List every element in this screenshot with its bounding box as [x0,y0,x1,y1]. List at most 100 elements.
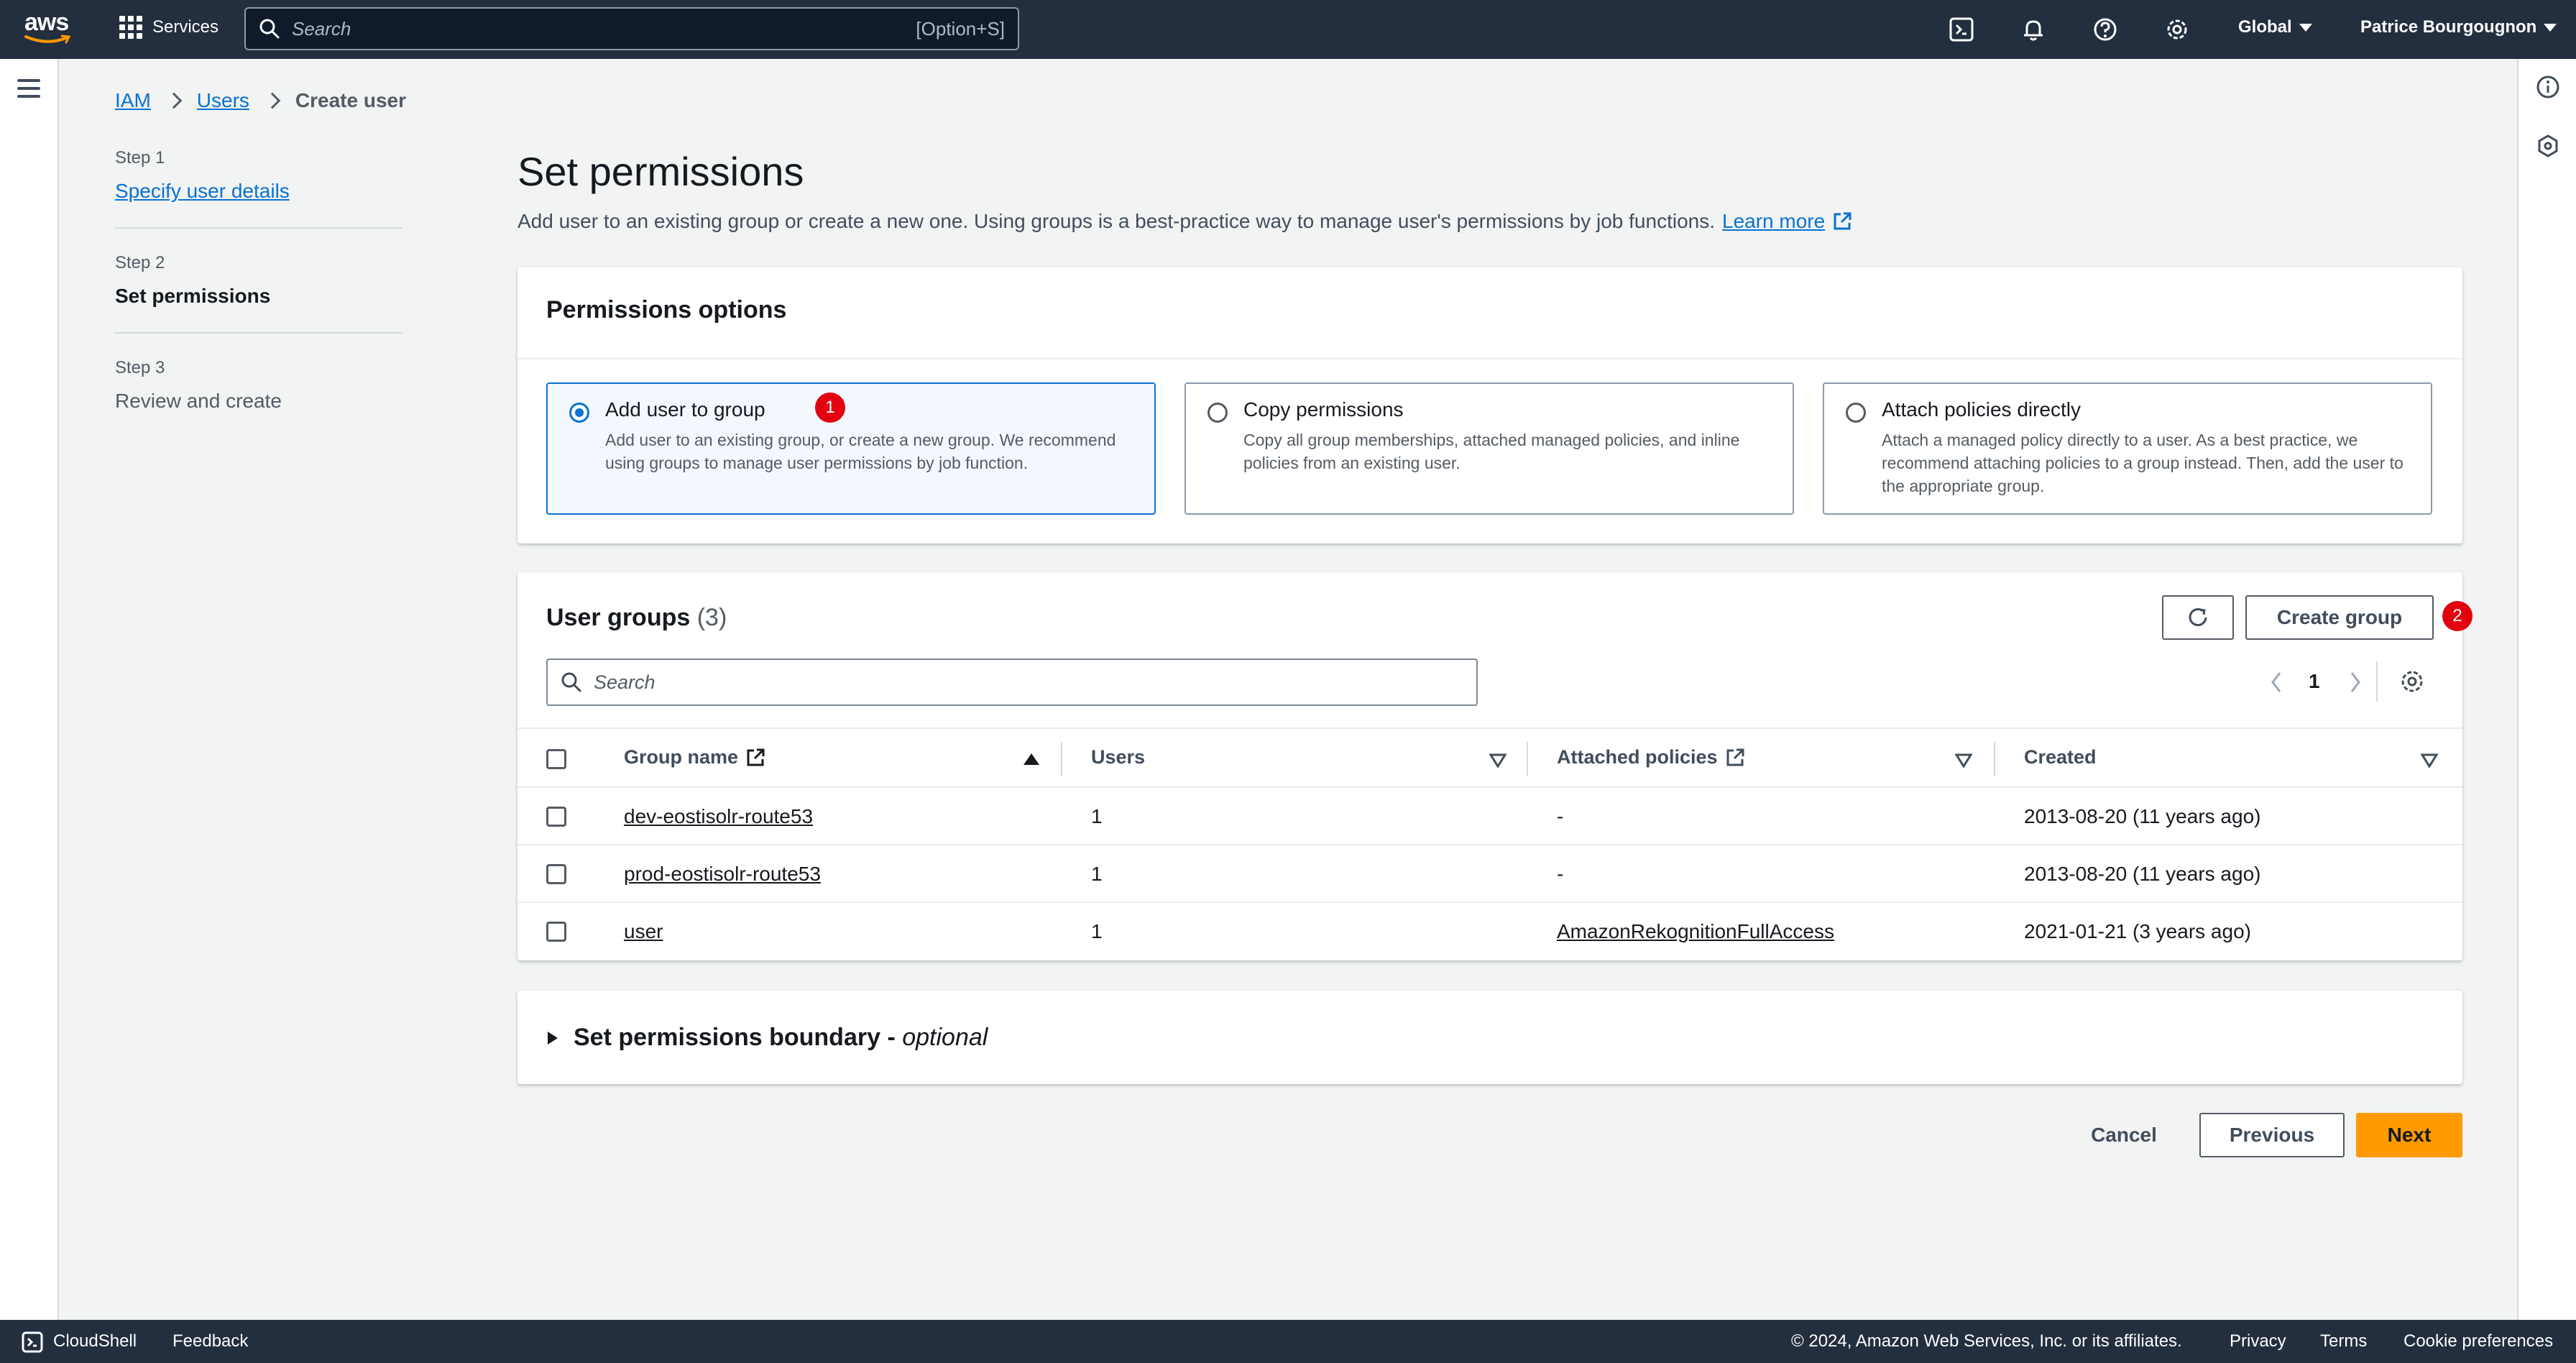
annotation-badge-1: 1 [815,393,845,423]
services-menu-button[interactable]: Services [119,16,218,39]
created-date: 2021-01-21 (3 years ago) [2024,920,2251,942]
menu-icon[interactable] [17,79,40,98]
column-users[interactable]: Users [1091,746,1145,768]
group-name-link[interactable]: prod-eostisolr-route53 [624,863,821,886]
sort-icon[interactable] [2421,753,2438,768]
create-group-button[interactable]: Create group [2245,595,2434,640]
chevron-right-icon [165,92,183,109]
caret-down-icon [2299,23,2312,32]
footer-copyright: © 2024, Amazon Web Services, Inc. or its… [1791,1331,2182,1351]
column-created[interactable]: Created [2024,746,2097,768]
footer-feedback[interactable]: Feedback [172,1331,248,1351]
footer: CloudShell Feedback © 2024, Amazon Web S… [0,1320,2576,1363]
preferences-gear-icon[interactable] [2399,669,2425,694]
next-button[interactable]: Next [2356,1113,2462,1157]
page-title: Set permissions [518,149,804,194]
user-groups-heading: User groups (3) [546,604,727,632]
top-navigation: aws Services Search [Option+S] Global Pa… [0,0,2576,59]
cloudshell-icon[interactable] [1946,14,1977,45]
created-date: 2013-08-20 (11 years ago) [2024,863,2261,885]
region-label: Global [2238,17,2292,37]
permissions-options-heading: Permissions options [546,296,787,323]
breadcrumb: IAM Users Create user [115,89,406,112]
permissions-boundary-card[interactable]: Set permissions boundary - optional [518,991,2462,1084]
services-label: Services [152,17,219,37]
row-checkbox[interactable] [546,922,566,942]
search-placeholder: Search [594,671,656,693]
step-3-label: Review and create [115,390,282,412]
region-selector[interactable]: Global [2238,17,2312,37]
option-copy-permissions[interactable]: Copy permissions Copy all group membersh… [1184,382,1794,515]
footer-cloudshell[interactable]: CloudShell [53,1331,137,1351]
breadcrumb-current: Create user [295,89,406,111]
radio-copy-permissions[interactable] [1208,403,1228,423]
select-all-checkbox[interactable] [546,749,566,769]
step-2-label: Set permissions [115,285,271,307]
chevron-right-icon[interactable] [2347,670,2363,694]
users-count: 1 [1091,805,1103,827]
aws-smile-icon [24,35,71,44]
hexagon-icon[interactable] [2536,134,2560,158]
radio-add-user-to-group[interactable] [569,403,589,423]
external-link-icon [1726,748,1744,766]
annotation-badge-2: 2 [2442,601,2472,631]
option-attach-policies[interactable]: Attach policies directly Attach a manage… [1823,382,2432,515]
refresh-button[interactable] [2162,595,2234,640]
caret-down-icon [2544,23,2557,32]
step-number: Step 3 [115,358,165,377]
group-name-link[interactable]: user [624,920,663,943]
attached-policies: - [1557,863,1564,885]
column-attached-policies[interactable]: Attached policies [1557,746,1745,768]
table-header: Group name Users Attached policies Creat… [518,728,2462,788]
sort-ascending-icon[interactable] [1024,753,1039,765]
user-groups-count: (3) [696,604,727,631]
policy-link[interactable]: AmazonRekognitionFullAccess [1557,920,1834,943]
bell-icon[interactable] [2018,14,2048,45]
refresh-icon [2189,608,2207,626]
global-search-input[interactable]: Search [Option+S] [244,7,1019,50]
settings-icon[interactable] [2162,14,2192,45]
learn-more-link[interactable]: Learn more [1722,210,1825,233]
attached-policies: - [1557,805,1564,827]
breadcrumb-iam[interactable]: IAM [115,89,151,112]
external-link-icon [747,748,765,766]
step-number: Step 1 [115,148,165,167]
radio-attach-policies[interactable] [1846,403,1866,423]
search-shortcut: [Option+S] [916,17,1005,40]
step-3: Step 3 Review and create [115,358,402,437]
footer-privacy[interactable]: Privacy [2230,1331,2286,1351]
step-number: Step 2 [115,253,165,272]
group-search-input[interactable]: Search [546,658,1478,706]
account-menu[interactable]: Patrice Bourgougnon [2360,17,2557,37]
cancel-button[interactable]: Cancel [2077,1113,2171,1157]
table-row: dev-eostisolr-route53 1 - 2013-08-20 (11… [518,788,2462,845]
footer-terms[interactable]: Terms [2320,1331,2367,1351]
table-row: prod-eostisolr-route53 1 - 2013-08-20 (1… [518,845,2462,903]
group-name-link[interactable]: dev-eostisolr-route53 [624,805,813,828]
aws-logo[interactable]: aws [24,10,76,46]
permissions-boundary-toggle[interactable]: Set permissions boundary - optional [546,1024,988,1052]
table-row: user 1 AmazonRekognitionFullAccess 2021-… [518,903,2462,960]
column-group-name[interactable]: Group name [624,746,765,768]
option-title: Copy permissions [1243,398,1404,421]
caret-right-icon [548,1031,558,1045]
row-checkbox[interactable] [546,864,566,884]
row-checkbox[interactable] [546,807,566,827]
footer-cookie-preferences[interactable]: Cookie preferences [2404,1331,2553,1351]
sort-icon[interactable] [1955,753,1972,768]
option-title: Add user to group [605,398,765,421]
help-icon[interactable] [2090,14,2120,45]
chevron-left-icon[interactable] [2268,670,2284,694]
step-1-link[interactable]: Specify user details [115,180,402,203]
option-description: Attach a managed policy directly to a us… [1882,431,2404,495]
previous-button[interactable]: Previous [2199,1113,2345,1157]
page-number[interactable]: 1 [2309,670,2320,693]
info-icon[interactable] [2536,75,2560,99]
users-count: 1 [1091,920,1103,942]
users-count: 1 [1091,863,1103,885]
cloudshell-icon[interactable] [22,1331,43,1353]
option-description: Copy all group memberships, attached man… [1243,431,1740,472]
sort-icon[interactable] [1489,753,1506,768]
option-add-user-to-group[interactable]: Add user to group Add user to an existin… [546,382,1156,515]
breadcrumb-users[interactable]: Users [197,89,249,112]
